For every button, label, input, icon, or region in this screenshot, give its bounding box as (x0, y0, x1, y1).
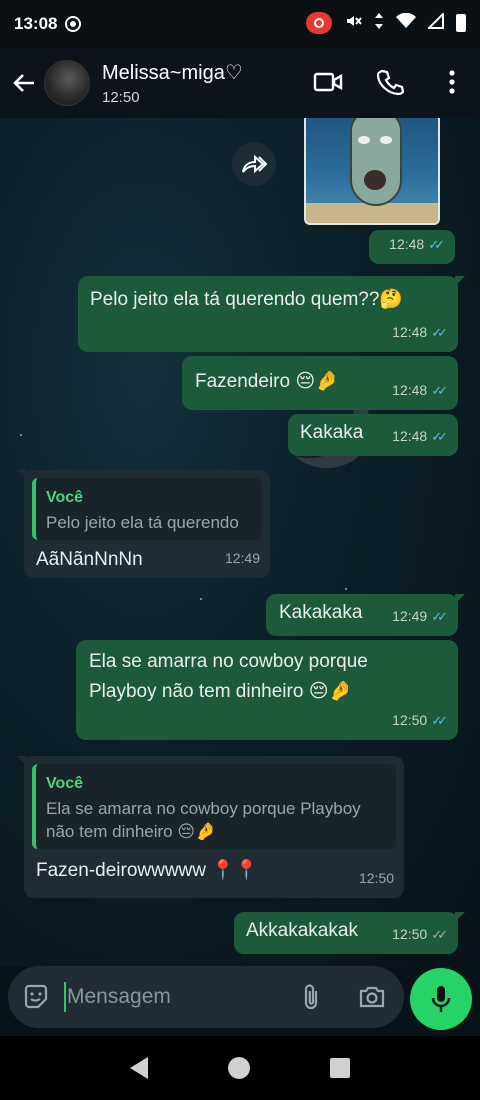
contact-name: Melissa~miga♡ (102, 62, 243, 84)
message-text: Fazen-deirowwwww 📍📍 (36, 860, 259, 881)
system-nav-bar (0, 1036, 480, 1100)
attach-icon[interactable] (300, 983, 322, 1011)
message-bubble[interactable]: Kakakaka 12:49 ✓✓ (266, 594, 465, 636)
nav-back-icon[interactable] (130, 1057, 148, 1079)
quote-author: Você (46, 775, 84, 792)
microphone-button[interactable] (410, 968, 472, 1030)
message-time: 12:48 (392, 382, 428, 398)
status-bar: 13:08 (0, 0, 480, 48)
message-composer: Mensagem (0, 966, 480, 1036)
quote-author: Você (46, 489, 84, 506)
message-time: 12:50 (392, 712, 428, 728)
forward-button[interactable] (232, 142, 276, 186)
message-time: 12:50 (392, 926, 428, 942)
wallpaper-star (200, 598, 202, 600)
message-time: 12:49 (224, 550, 260, 566)
message-meta: 12:48 ✓✓ (392, 423, 448, 450)
quoted-message[interactable]: Você Ela se amarra no cowboy porque Play… (32, 764, 396, 849)
message-meta: 12:48 ✓✓ (392, 319, 448, 346)
message-meta: 12:50 ✓✓ (392, 707, 448, 734)
message-meta: 12:48 ✓✓ (389, 231, 445, 258)
signal-icon (426, 11, 444, 33)
read-ticks-icon: ✓✓ (431, 609, 448, 624)
read-ticks-icon: ✓✓ (431, 325, 448, 340)
quote-text-line: Ela se amarra no cowboy porque Playboy (46, 799, 361, 818)
image-mouth (364, 170, 386, 190)
read-ticks-icon: ✓✓ (428, 237, 445, 252)
message-text: Fazendeiro 😔🤌 (195, 371, 339, 392)
message-bubble-reply[interactable]: Você Ela se amarra no cowboy porque Play… (17, 756, 404, 898)
message-input-container[interactable]: Mensagem (8, 966, 404, 1028)
message-bubble-reply[interactable]: Você Pelo jeito ela tá querendo AãNãnNnN… (17, 470, 270, 578)
message-bubble[interactable]: Ela se amarra no cowboy porque Playboy n… (76, 640, 458, 740)
read-ticks-icon: ✓✓ (431, 383, 448, 398)
message-bubble[interactable]: Akkakakakak 12:50 ✓✓ (234, 912, 465, 954)
microphone-icon (431, 986, 451, 1012)
contact-info[interactable]: Melissa~miga♡ 12:50 (102, 60, 243, 106)
avatar[interactable] (44, 60, 90, 106)
message-time: 12:48 (392, 324, 428, 340)
image-timestamp-bubble: 12:48 ✓✓ (369, 230, 455, 264)
camera-icon[interactable] (358, 985, 386, 1009)
record-indicator-icon (65, 16, 82, 32)
message-time: 12:50 (358, 870, 394, 886)
message-time: 12:49 (392, 608, 428, 624)
phone-call-icon[interactable] (374, 64, 406, 100)
message-bubble[interactable]: Kakaka 12:48 ✓✓ (288, 414, 458, 456)
header-actions (312, 64, 468, 100)
data-arrows-icon (374, 12, 384, 34)
message-text: Akkakakakak (246, 920, 358, 941)
message-text: Pelo jeito ela tá querendo quem??🤔 (90, 289, 404, 310)
message-meta: 12:48 ✓✓ (392, 377, 448, 404)
image-floor (306, 203, 438, 223)
nav-home-icon[interactable] (228, 1057, 250, 1079)
sticker-icon[interactable] (22, 983, 50, 1011)
message-time: 12:48 (392, 428, 428, 444)
chat-header: Melissa~miga♡ 12:50 (0, 48, 480, 118)
more-options-icon[interactable] (436, 64, 468, 100)
message-bubble[interactable]: Fazendeiro 😔🤌 12:48 ✓✓ (182, 356, 458, 410)
quote-text-line: não tem dinheiro 😔🤌 (46, 822, 217, 841)
screen-record-icon (306, 12, 332, 34)
read-ticks-icon: ✓✓ (431, 927, 448, 942)
contact-last-seen: 12:50 (102, 89, 140, 106)
message-time: 12:48 (389, 236, 425, 252)
mute-icon (344, 12, 362, 34)
battery-icon (456, 14, 466, 32)
image-message[interactable] (304, 118, 440, 225)
message-meta: 12:49 (225, 545, 260, 572)
message-bubble[interactable]: Pelo jeito ela tá querendo quem??🤔 12:48… (78, 276, 465, 352)
image-eye (380, 136, 392, 144)
message-text: Kakakaka (279, 602, 363, 623)
message-text-line: Playboy não tem dinheiro 😔🤌 (89, 681, 353, 702)
message-meta: 12:50 ✓✓ (392, 921, 448, 948)
image-eye (358, 136, 370, 144)
message-meta: 12:49 ✓✓ (392, 603, 448, 630)
message-text: Kakaka (300, 422, 364, 443)
nav-recents-icon[interactable] (330, 1058, 350, 1078)
wallpaper-star (20, 434, 22, 436)
video-call-icon[interactable] (312, 64, 344, 100)
quoted-message[interactable]: Você Pelo jeito ela tá querendo (32, 478, 262, 540)
wallpaper-star (345, 588, 347, 590)
message-input[interactable]: Mensagem (67, 985, 171, 1009)
image-character (350, 118, 402, 206)
read-ticks-icon: ✓✓ (431, 713, 448, 728)
text-cursor (64, 982, 66, 1012)
chat-area[interactable]: 12:48 ✓✓ Pelo jeito ela tá querendo quem?… (0, 118, 480, 966)
back-arrow-icon[interactable] (4, 63, 44, 103)
read-ticks-icon: ✓✓ (431, 429, 448, 444)
wifi-icon (396, 12, 416, 33)
quote-text: Pelo jeito ela tá querendo (46, 513, 239, 532)
status-time: 13:08 (14, 14, 58, 33)
message-meta: 12:50 (359, 865, 394, 892)
message-text-line: Ela se amarra no cowboy porque (89, 651, 368, 672)
status-icons (306, 11, 466, 34)
